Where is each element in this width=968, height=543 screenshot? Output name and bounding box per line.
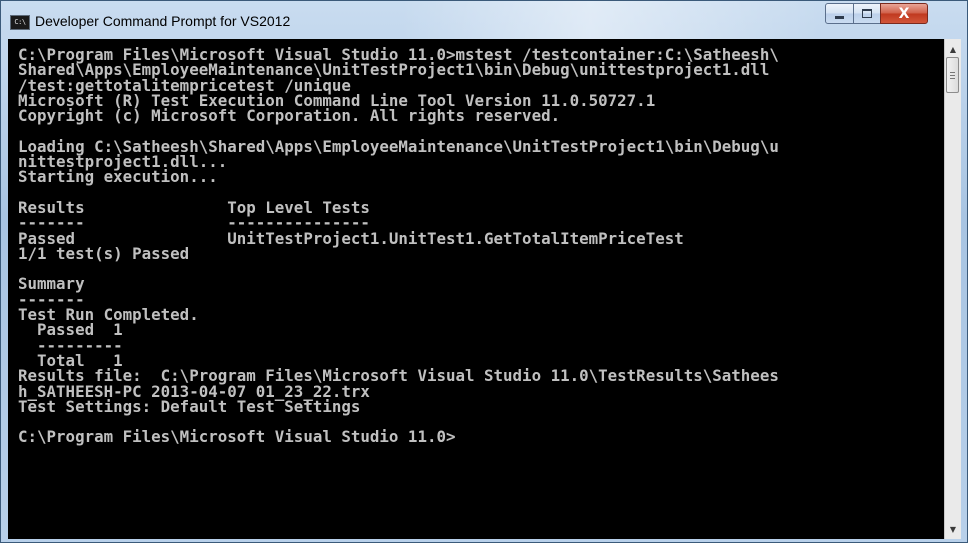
cmd-app-icon[interactable]: C:\ (10, 15, 30, 30)
console-line: Copyright (c) Microsoft Corporation. All… (18, 106, 561, 126)
close-button[interactable]: X (880, 3, 928, 24)
minimize-icon (835, 16, 844, 19)
title-bar[interactable]: C:\ Developer Command Prompt for VS2012 … (1, 1, 967, 39)
console-window: C:\ Developer Command Prompt for VS2012 … (0, 0, 968, 543)
maximize-button[interactable] (853, 3, 881, 24)
console-line: 1/1 test(s) Passed (18, 243, 190, 263)
window-title: Developer Command Prompt for VS2012 (35, 13, 291, 29)
scroll-thumb[interactable] (946, 57, 959, 93)
scroll-down-arrow-icon[interactable]: ▼ (945, 521, 961, 537)
console-text: C:\Program Files\Microsoft Visual Studio… (8, 39, 944, 445)
scroll-up-arrow-icon[interactable]: ▲ (945, 41, 961, 57)
minimize-button[interactable] (825, 3, 854, 24)
close-icon: X (898, 5, 910, 22)
console-line: Starting execution... (18, 167, 218, 187)
maximize-icon (862, 9, 872, 18)
console-line: C:\Program Files\Microsoft Visual Studio… (18, 427, 456, 447)
console-line: Test Settings: Default Test Settings (18, 396, 361, 416)
console-output[interactable]: C:\Program Files\Microsoft Visual Studio… (8, 39, 944, 539)
vertical-scrollbar[interactable]: ▲ ▼ (944, 39, 961, 539)
